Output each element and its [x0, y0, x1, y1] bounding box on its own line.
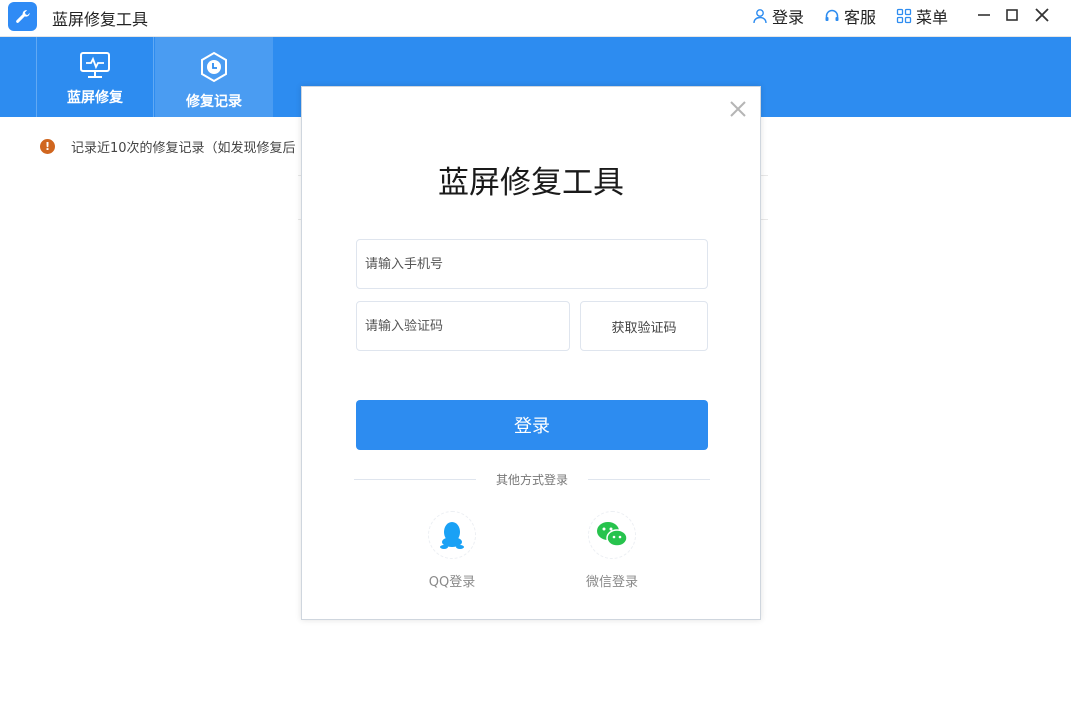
menu-link[interactable]: 菜单	[896, 5, 948, 27]
grid-icon	[896, 8, 912, 24]
qq-icon	[428, 511, 476, 559]
user-icon	[753, 9, 767, 24]
records-info: ! 记录近10次的修复记录（如发现修复后	[40, 137, 311, 156]
close-icon	[1035, 8, 1049, 22]
phone-field[interactable]	[356, 239, 708, 289]
tab-bluescreen-repair-label: 蓝屏修复	[67, 90, 123, 106]
other-login-label: 其他方式登录	[495, 473, 568, 487]
close-icon	[730, 101, 746, 117]
wechat-login-button[interactable]: 微信登录	[572, 511, 652, 590]
clock-hexagon-icon	[201, 51, 227, 83]
qq-login-label: QQ登录	[428, 575, 476, 590]
title-bar: 蓝屏修复工具 登录 客服 菜单	[0, 0, 1071, 37]
warning-icon: !	[40, 139, 55, 154]
maximize-button[interactable]	[1000, 3, 1024, 27]
wrench-icon	[8, 2, 37, 31]
tab-repair-records-label: 修复记录	[186, 94, 242, 110]
maximize-icon	[1006, 9, 1018, 21]
minimize-icon	[978, 14, 990, 16]
login-link[interactable]: 登录	[752, 5, 804, 27]
app-title: 蓝屏修复工具	[52, 10, 149, 29]
dialog-close-button[interactable]	[728, 99, 748, 119]
customer-service-label: 客服	[844, 8, 877, 27]
code-field[interactable]	[356, 301, 570, 351]
tab-bluescreen-repair[interactable]: 蓝屏修复	[36, 37, 154, 117]
wechat-icon	[588, 511, 636, 559]
monitor-icon	[80, 52, 110, 78]
get-code-button[interactable]: 获取验证码	[580, 301, 708, 351]
phone-input[interactable]	[365, 256, 707, 272]
wechat-login-label: 微信登录	[585, 575, 638, 590]
login-dialog: 蓝屏修复工具 获取验证码 登录 其他方式登录 QQ登录	[301, 86, 761, 620]
other-login-divider: 其他方式登录	[354, 471, 710, 487]
login-button[interactable]: 登录	[356, 400, 708, 450]
tab-repair-records[interactable]: 修复记录	[155, 37, 273, 117]
customer-service-link[interactable]: 客服	[824, 5, 876, 27]
minimize-button[interactable]	[972, 3, 996, 27]
verification-code-input[interactable]	[365, 318, 569, 334]
headset-icon	[825, 9, 839, 21]
login-link-label: 登录	[772, 8, 805, 27]
close-window-button[interactable]	[1030, 3, 1054, 27]
records-info-text: 记录近10次的修复记录（如发现修复后	[71, 141, 296, 156]
dialog-title: 蓝屏修复工具	[438, 165, 624, 201]
qq-login-button[interactable]: QQ登录	[412, 511, 492, 590]
menu-label: 菜单	[916, 8, 949, 27]
